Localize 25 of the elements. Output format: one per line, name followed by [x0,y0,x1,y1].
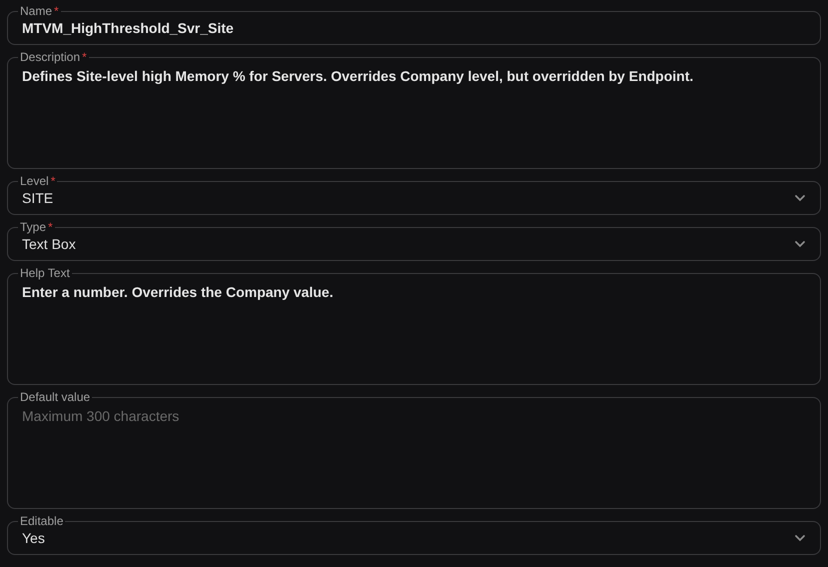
text-field[interactable]: Name * MTVM_HighThreshold_Svr_Site [7,4,821,45]
chevron-down-icon [794,194,806,202]
chevron-down-icon [794,534,806,542]
text-area[interactable]: Description * Defines Site-level high Memory % for Servers. Overrides Company level, but overridden by Endpoint. [7,50,821,169]
text-area[interactable]: Help Text Enter a number. Overrides the Company value. [7,266,821,385]
text-area[interactable]: Enter a number. Overrides the Company value. [22,280,806,384]
text-field[interactable]: MTVM_HighThreshold_Svr_Site [22,18,806,44]
field-label: Level [20,174,49,188]
chevron-down-icon [794,240,806,248]
field-label: Default value [20,390,90,404]
dropdown[interactable]: Type * Text Box [7,220,821,261]
field-label: Name [20,4,52,18]
field-label: Editable [20,514,64,528]
field-label: Type [20,220,46,234]
required-asterisk: * [54,4,59,18]
dropdown[interactable]: Editable Yes [7,514,821,555]
dropdown[interactable]: Level * SITE [7,174,821,215]
text-area[interactable]: Defines Site-level high Memory % for Servers. Overrides Company level, but overridden by Endpoint. [22,64,806,168]
required-asterisk: * [48,220,53,234]
field-label: Description [20,50,80,64]
text-area[interactable]: Maximum 300 characters [22,404,806,508]
field-label: Help Text [20,266,70,280]
required-asterisk: * [82,50,87,64]
text-area[interactable]: Default value Maximum 300 characters [7,390,821,509]
required-asterisk: * [50,174,56,188]
